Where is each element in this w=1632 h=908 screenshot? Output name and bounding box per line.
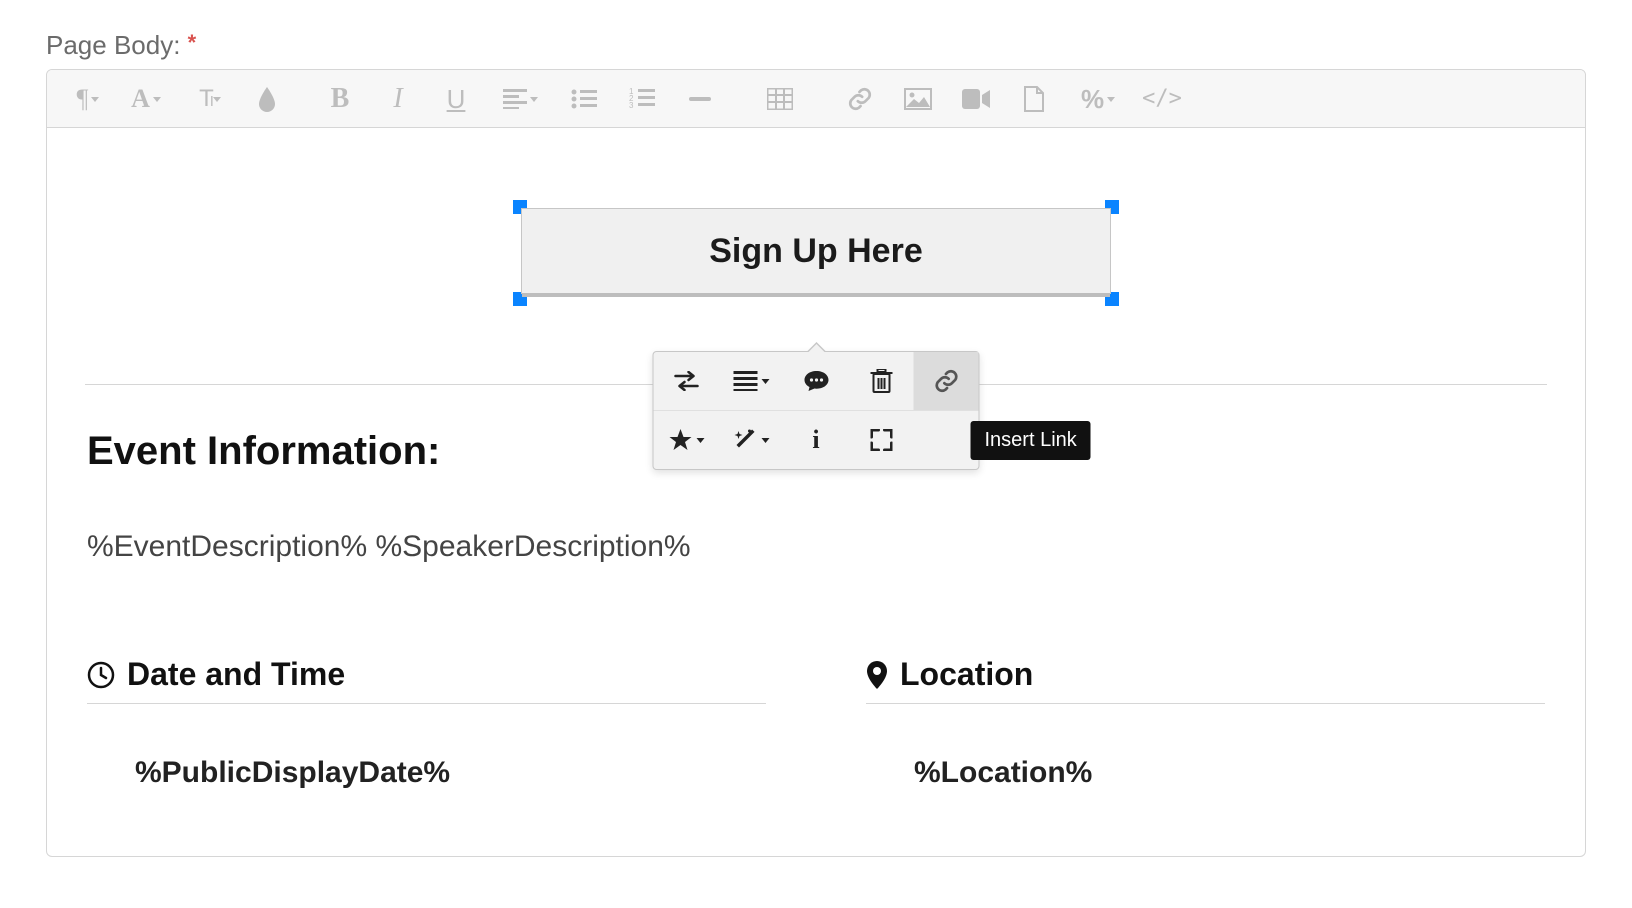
chevron-down-icon [153, 97, 161, 102]
drop-icon [257, 86, 277, 112]
font-size-button[interactable]: TI [175, 70, 245, 128]
page-root: Page Body: * ¶ A TI [0, 0, 1632, 908]
column-location-body: %Location% [866, 756, 1545, 790]
link-button[interactable] [831, 70, 889, 128]
pilcrow-icon: ¶ [77, 86, 89, 112]
swap-arrows-icon [673, 371, 699, 391]
clear-formatting-button[interactable] [245, 70, 289, 128]
svg-text:3: 3 [629, 101, 634, 110]
popup-empty-cell: Insert Link [914, 411, 979, 469]
align-justify-icon [733, 371, 757, 391]
trash-icon [870, 369, 892, 393]
underline-button[interactable]: U [427, 70, 485, 128]
chevron-down-icon [530, 97, 538, 102]
horizontal-rule-button[interactable] [671, 70, 729, 128]
sign-up-button-label: Sign Up Here [709, 232, 922, 271]
table-icon [767, 88, 793, 110]
popup-row-2: i Insert Link [654, 410, 979, 469]
required-asterisk: * [188, 30, 197, 55]
video-icon [962, 89, 990, 109]
text-size-icon: TI [199, 87, 210, 111]
minus-icon [689, 97, 711, 101]
speech-bubble-icon [803, 370, 829, 392]
list-ul-icon [571, 89, 597, 109]
column-location-label: Location [900, 656, 1033, 693]
delete-button[interactable] [849, 352, 914, 410]
field-label-text: Page Body: [46, 30, 180, 60]
underline-icon: U [447, 86, 466, 112]
chevron-down-icon [1107, 97, 1115, 102]
italic-icon: I [393, 85, 402, 113]
field-label: Page Body: * [46, 30, 1586, 61]
align-button[interactable] [485, 70, 555, 128]
editor-toolbar: ¶ A TI B I [47, 70, 1585, 128]
fullscreen-button[interactable] [849, 411, 914, 469]
bold-icon: B [331, 85, 350, 113]
column-location: Location %Location% [866, 656, 1545, 790]
code-view-button[interactable]: </> [1133, 70, 1191, 128]
insert-link-button[interactable] [914, 352, 979, 410]
paragraph-format-button[interactable]: ¶ [59, 70, 117, 128]
rich-text-editor: ¶ A TI B I [46, 69, 1586, 857]
sign-up-button-element[interactable]: Sign Up Here [521, 208, 1111, 294]
bold-button[interactable]: B [311, 70, 369, 128]
chevron-down-icon [761, 438, 769, 443]
editor-content-area[interactable]: Sign Up Here [47, 128, 1585, 856]
tooltip-text: Insert Link [985, 429, 1077, 451]
ordered-list-button[interactable]: 1 2 3 [613, 70, 671, 128]
column-location-heading: Location [866, 656, 1545, 704]
video-button[interactable] [947, 70, 1005, 128]
chain-link-icon [847, 86, 873, 112]
italic-button[interactable]: I [369, 70, 427, 128]
column-date-label: Date and Time [127, 656, 345, 693]
popup-row-1 [654, 352, 979, 410]
effects-button[interactable] [719, 411, 784, 469]
chevron-down-icon [213, 97, 221, 102]
swap-button[interactable] [654, 352, 719, 410]
code-icon: </> [1142, 88, 1182, 110]
unordered-list-button[interactable] [555, 70, 613, 128]
info-button[interactable]: i [784, 411, 849, 469]
file-button[interactable] [1005, 70, 1063, 128]
columns-row: Date and Time %PublicDisplayDate% Locati… [87, 656, 1545, 790]
image-button[interactable] [889, 70, 947, 128]
comment-button[interactable] [784, 352, 849, 410]
column-date-body: %PublicDisplayDate% [87, 756, 766, 790]
font-a-icon: A [131, 86, 150, 112]
image-icon [904, 88, 932, 110]
expand-icon [870, 429, 892, 451]
align-left-icon [503, 89, 527, 109]
special-characters-button[interactable]: % [1063, 70, 1133, 128]
chain-link-icon [933, 368, 959, 394]
column-date: Date and Time %PublicDisplayDate% [87, 656, 766, 790]
style-button[interactable] [654, 411, 719, 469]
percent-icon: % [1081, 86, 1104, 112]
selected-element-wrapper: Sign Up Here [521, 208, 1111, 294]
chevron-down-icon [91, 97, 99, 102]
star-icon [668, 428, 692, 452]
magic-wand-icon [733, 428, 757, 452]
tooltip: Insert Link [971, 421, 1091, 460]
clock-icon [87, 661, 115, 689]
column-date-heading: Date and Time [87, 656, 766, 704]
chevron-down-icon [761, 379, 769, 384]
table-button[interactable] [751, 70, 809, 128]
context-toolbar-popup: i Insert Link [653, 351, 980, 470]
list-ol-icon: 1 2 3 [629, 88, 655, 110]
file-icon [1023, 86, 1045, 112]
font-family-button[interactable]: A [117, 70, 175, 128]
chevron-down-icon [696, 438, 704, 443]
align-button-popup[interactable] [719, 352, 784, 410]
map-pin-icon [866, 660, 888, 690]
event-description-tokens: %EventDescription% %SpeakerDescription% [87, 530, 1545, 564]
info-icon: i [812, 425, 819, 455]
